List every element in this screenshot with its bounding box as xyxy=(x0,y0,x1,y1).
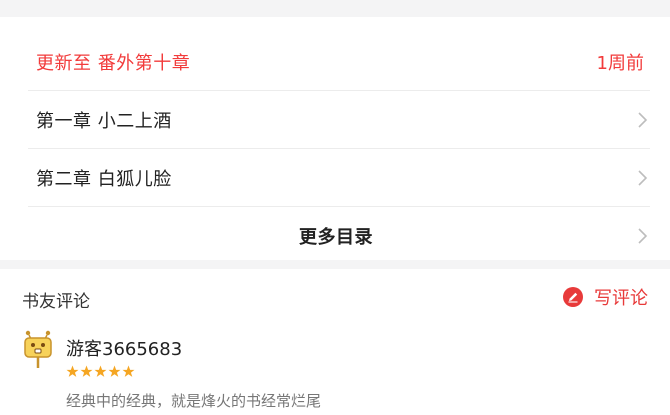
top-spacer xyxy=(0,0,670,17)
chapter-title: 第二章 白狐儿脸 xyxy=(36,169,172,190)
write-comment-label: 写评论 xyxy=(594,288,648,309)
star-icon xyxy=(122,365,135,377)
star-icon xyxy=(66,365,79,377)
chapter-row[interactable]: 第二章 白狐儿脸 xyxy=(22,149,650,207)
star-icon xyxy=(80,365,93,377)
chevron-right-icon xyxy=(638,170,648,186)
latest-update-time: 1周前 xyxy=(596,53,644,74)
star-icon xyxy=(94,365,107,377)
comment-username[interactable]: 游客3665683 xyxy=(66,335,182,361)
comment-text: 经典中的经典，就是烽火的书经常烂尾 xyxy=(66,392,322,410)
more-chapters-button[interactable]: 更多目录 xyxy=(22,207,650,265)
write-comment-button[interactable]: 写评论 xyxy=(562,284,648,310)
rating-stars xyxy=(66,365,136,378)
chapter-list: 更新至 番外第十章 1周前 第一章 小二上酒 第二章 白狐儿脸 更多目录 xyxy=(0,17,670,260)
latest-update-label: 更新至 番外第十章 xyxy=(36,53,191,74)
more-chapters-label: 更多目录 xyxy=(299,227,373,248)
chapter-row[interactable]: 第一章 小二上酒 xyxy=(22,91,650,149)
section-spacer xyxy=(0,260,670,269)
guest-avatar-icon[interactable] xyxy=(22,329,54,369)
chevron-right-icon xyxy=(638,112,648,128)
edit-pencil-icon xyxy=(563,287,583,307)
latest-update-row[interactable]: 更新至 番外第十章 1周前 xyxy=(22,33,650,91)
chevron-right-icon xyxy=(638,228,648,244)
chapter-title: 第一章 小二上酒 xyxy=(36,111,172,132)
comments-section: 书友评论 写评论 游客3665683 经典中的经典，就是烽火的书经常烂尾 xyxy=(0,269,670,415)
comments-title: 书友评论 xyxy=(22,292,90,312)
star-icon xyxy=(108,365,121,377)
